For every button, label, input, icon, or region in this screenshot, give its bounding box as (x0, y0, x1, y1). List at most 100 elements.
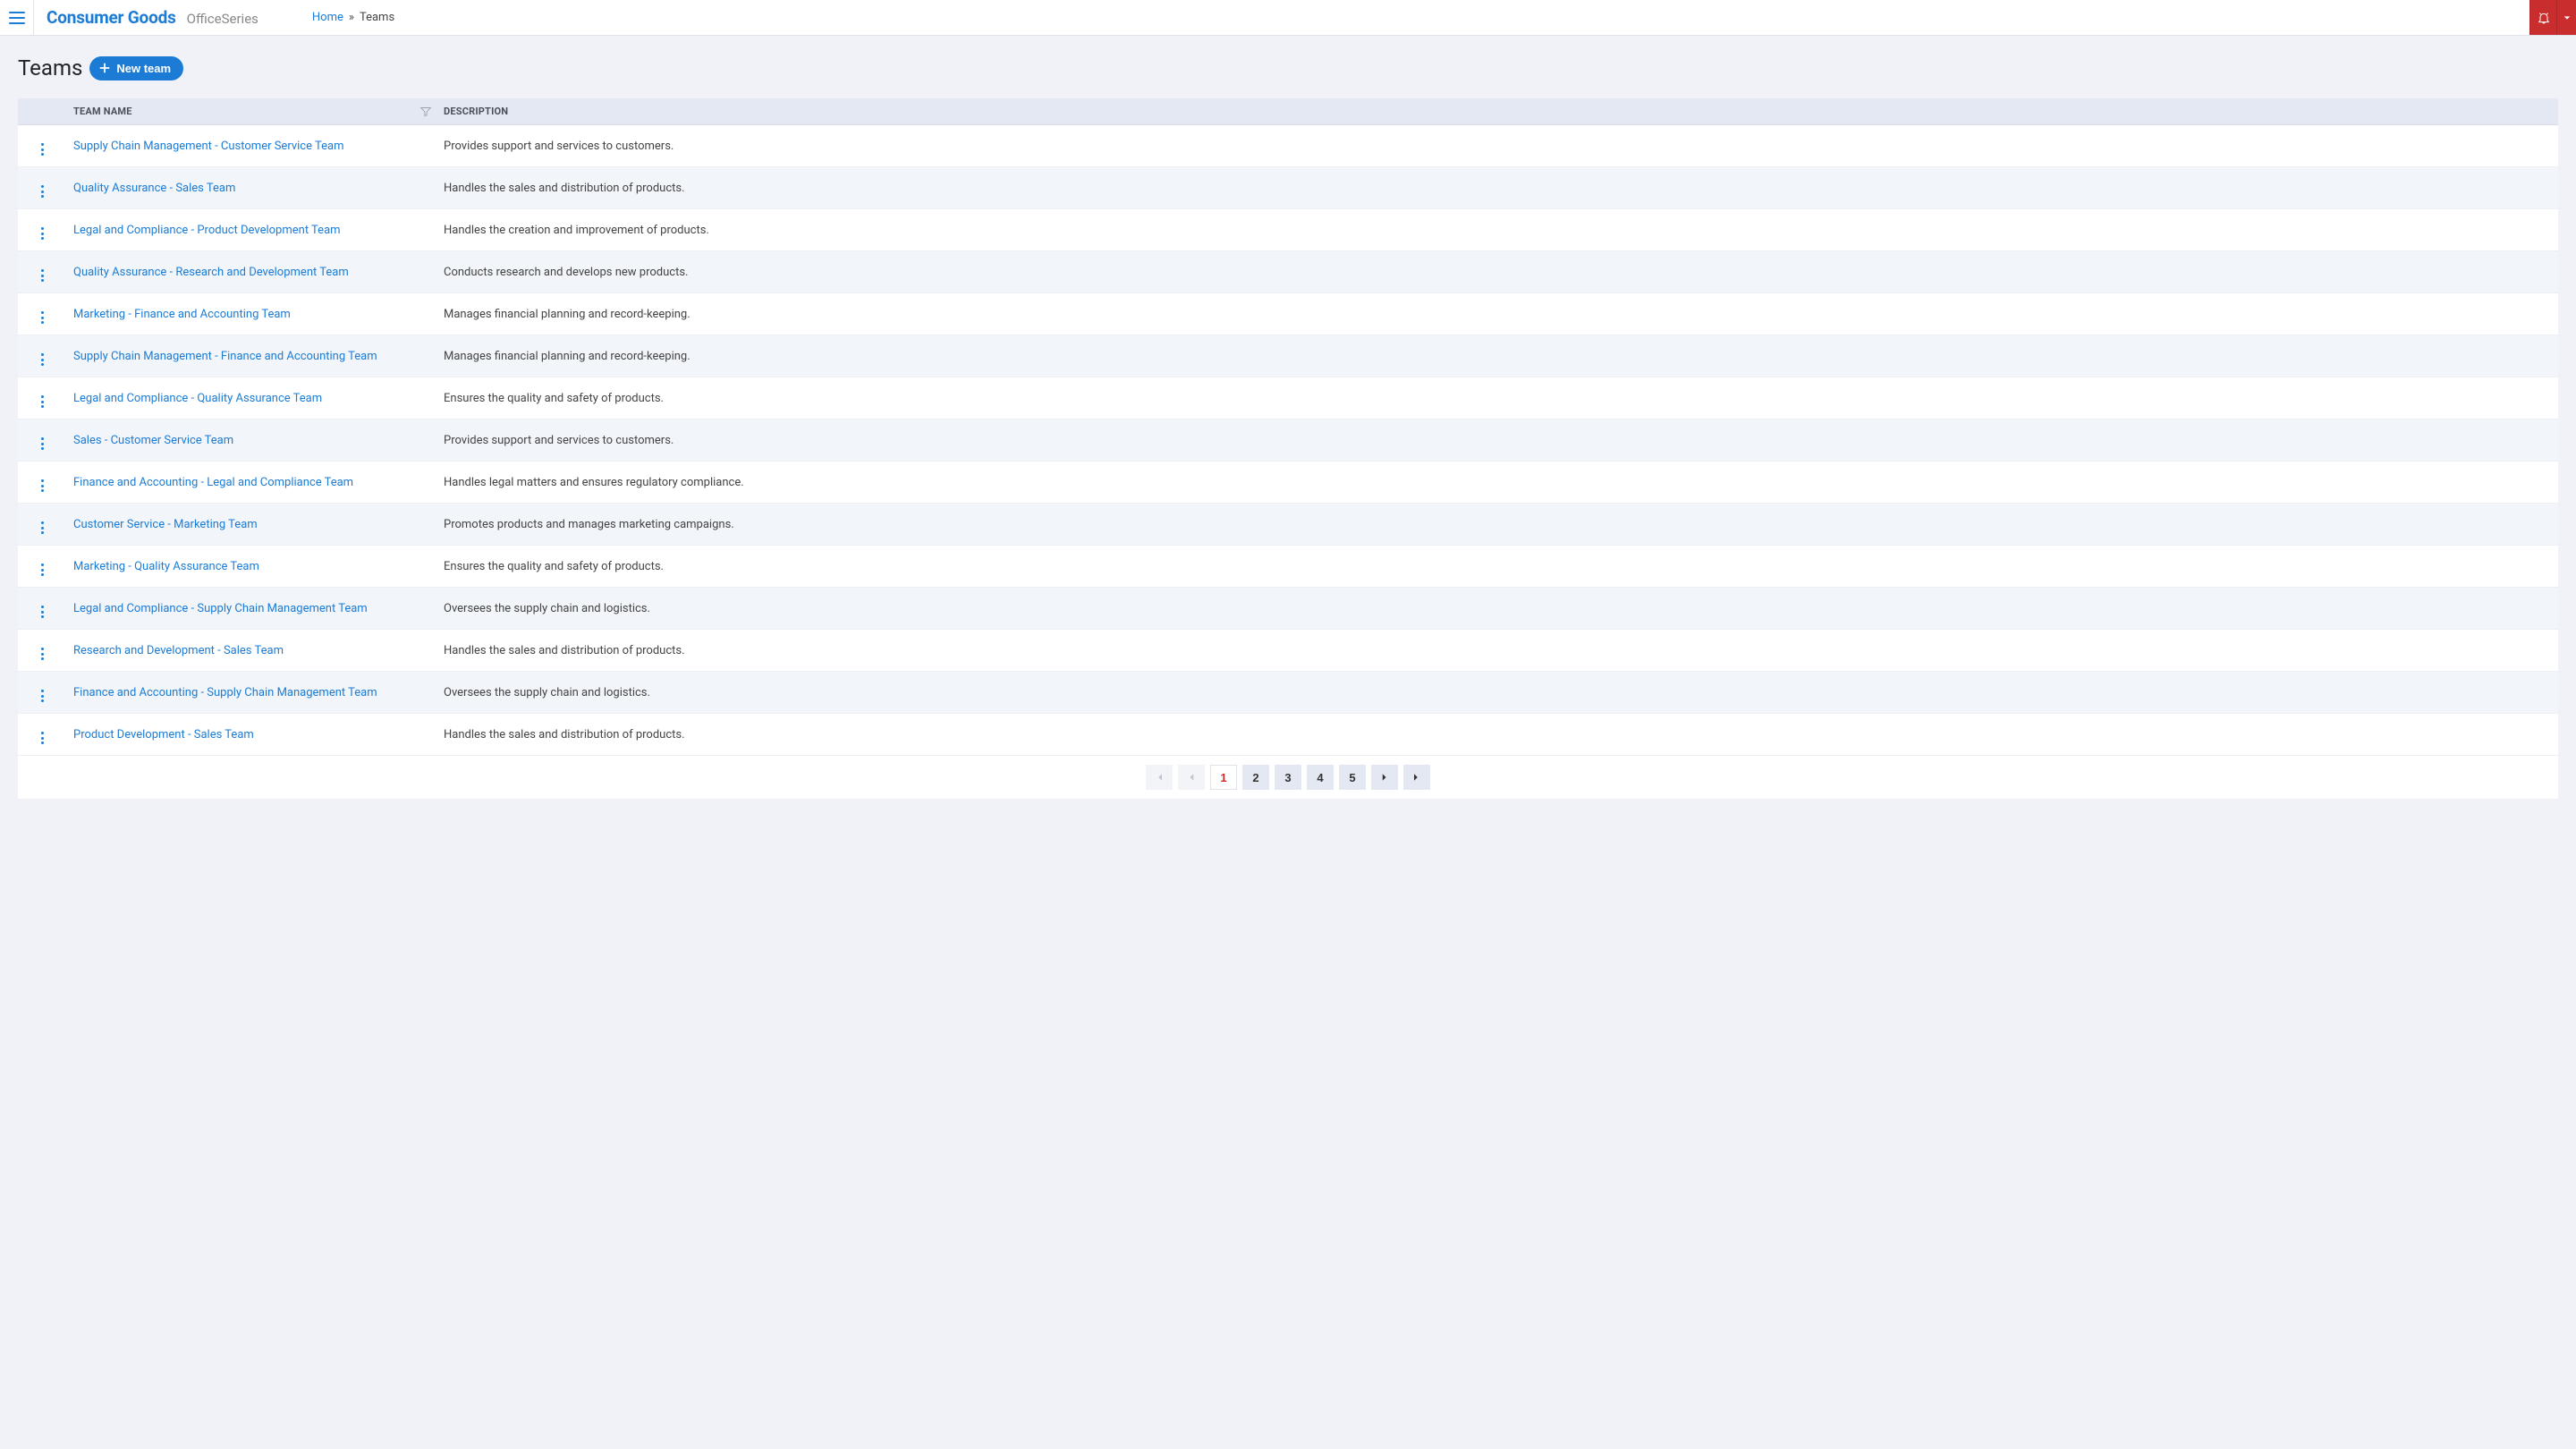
row-actions-menu[interactable] (41, 648, 45, 660)
app-header: Consumer Goods OfficeSeries Home » Teams (0, 0, 2576, 36)
table-row: Sales - Customer Service Team Provides su… (18, 419, 2558, 462)
team-link[interactable]: Legal and Compliance - Product Developme… (73, 224, 341, 237)
row-actions-cell (18, 125, 68, 167)
row-actions-cell (18, 546, 68, 588)
team-description-cell: Provides support and services to custome… (438, 419, 2558, 462)
row-actions-menu[interactable] (41, 269, 45, 282)
team-link[interactable]: Marketing - Quality Assurance Team (73, 560, 259, 573)
caret-down-icon (2563, 14, 2571, 21)
team-link[interactable]: Marketing - Finance and Accounting Team (73, 308, 291, 321)
row-actions-menu[interactable] (41, 143, 45, 156)
team-description-cell: Handles legal matters and ensures regula… (438, 462, 2558, 504)
team-link[interactable]: Legal and Compliance - Quality Assurance… (73, 392, 322, 405)
team-name-cell: Product Development - Sales Team (68, 714, 438, 756)
page-number-button[interactable]: 3 (1275, 765, 1301, 790)
team-description-cell: Manages financial planning and record-ke… (438, 335, 2558, 377)
row-actions-menu[interactable] (41, 732, 45, 744)
row-actions-menu[interactable] (41, 311, 45, 324)
user-menu-toggle[interactable] (2556, 0, 2576, 35)
breadcrumb-current: Teams (360, 11, 394, 24)
team-link[interactable]: Legal and Compliance - Supply Chain Mana… (73, 602, 368, 615)
page-number-button[interactable]: 1 (1210, 765, 1237, 790)
row-actions-menu[interactable] (41, 227, 45, 240)
row-actions-cell (18, 462, 68, 504)
table-row: Quality Assurance - Sales TeamHandles th… (18, 167, 2558, 209)
table-row: Research and Development - Sales TeamHan… (18, 630, 2558, 672)
row-actions-menu[interactable] (41, 564, 45, 576)
team-name-cell: Research and Development - Sales Team (68, 630, 438, 672)
page-number-button[interactable]: 2 (1242, 765, 1269, 790)
row-actions-menu[interactable] (41, 606, 45, 618)
team-name-cell: Marketing - Quality Assurance Team (68, 546, 438, 588)
chevron-left-icon (1186, 772, 1197, 783)
team-link[interactable]: Finance and Accounting - Legal and Compl… (73, 476, 353, 489)
notifications-button[interactable] (2529, 0, 2556, 35)
teams-table-container: Team Name Description Supply Chain Manag… (18, 98, 2558, 799)
page-first-button[interactable] (1146, 765, 1173, 790)
team-name-cell: Quality Assurance - Sales Team (68, 167, 438, 209)
table-row: Finance and Accounting - Legal and Compl… (18, 462, 2558, 504)
team-link[interactable]: Finance and Accounting - Supply Chain Ma… (73, 686, 377, 699)
page-number-button[interactable]: 5 (1339, 765, 1366, 790)
row-actions-cell (18, 335, 68, 377)
row-actions-menu[interactable] (41, 437, 45, 450)
row-actions-menu[interactable] (41, 395, 45, 408)
row-actions-cell (18, 419, 68, 462)
row-actions-menu[interactable] (41, 479, 45, 492)
row-actions-cell (18, 293, 68, 335)
row-actions-menu[interactable] (41, 690, 45, 702)
team-description-cell: Handles the creation and improvement of … (438, 209, 2558, 251)
team-link[interactable]: Quality Assurance - Research and Develop… (73, 266, 349, 279)
brand-primary: Consumer Goods (47, 7, 176, 28)
team-name-cell: Legal and Compliance - Product Developme… (68, 209, 438, 251)
row-actions-menu[interactable] (41, 353, 45, 366)
row-actions-menu[interactable] (41, 521, 45, 534)
row-actions-cell (18, 209, 68, 251)
header-right (2529, 0, 2576, 35)
page-last-button[interactable] (1403, 765, 1430, 790)
team-name-cell: Legal and Compliance - Quality Assurance… (68, 377, 438, 419)
menu-toggle-button[interactable] (0, 0, 34, 35)
team-link[interactable]: Research and Development - Sales Team (73, 644, 284, 657)
team-link[interactable]: Supply Chain Management - Customer Servi… (73, 140, 343, 153)
team-description-cell: Conducts research and develops new produ… (438, 251, 2558, 293)
new-team-button[interactable]: New team (89, 56, 183, 80)
hamburger-icon (9, 12, 25, 24)
table-row: Product Development - Sales TeamHandles … (18, 714, 2558, 756)
table-row: Legal and Compliance - Quality Assurance… (18, 377, 2558, 419)
team-name-cell: Finance and Accounting - Legal and Compl… (68, 462, 438, 504)
page-title: Teams (18, 55, 82, 80)
team-description-cell: Promotes products and manages marketing … (438, 504, 2558, 546)
teams-table: Team Name Description Supply Chain Manag… (18, 98, 2558, 756)
row-actions-cell (18, 672, 68, 714)
team-link[interactable]: Supply Chain Management - Finance and Ac… (73, 350, 377, 363)
table-row: Quality Assurance - Research and Develop… (18, 251, 2558, 293)
team-name-cell: Finance and Accounting - Supply Chain Ma… (68, 672, 438, 714)
team-description-cell: Ensures the quality and safety of produc… (438, 546, 2558, 588)
team-description-cell: Oversees the supply chain and logistics. (438, 672, 2558, 714)
table-row: Legal and Compliance - Supply Chain Mana… (18, 588, 2558, 630)
team-link[interactable]: Customer Service - Marketing Team (73, 518, 258, 531)
page-number-button[interactable]: 4 (1307, 765, 1334, 790)
row-actions-menu[interactable] (41, 185, 45, 198)
breadcrumb: Home » Teams (312, 11, 394, 24)
bell-icon (2537, 11, 2551, 25)
row-actions-cell (18, 630, 68, 672)
filter-icon[interactable] (420, 106, 431, 117)
team-name-cell: Customer Service - Marketing Team (68, 504, 438, 546)
team-name-cell: Legal and Compliance - Supply Chain Mana… (68, 588, 438, 630)
column-header-team-name[interactable]: Team Name (68, 98, 438, 125)
page-prev-button[interactable] (1178, 765, 1205, 790)
table-row: Finance and Accounting - Supply Chain Ma… (18, 672, 2558, 714)
chevron-right-icon (1379, 772, 1390, 783)
page-next-button[interactable] (1371, 765, 1398, 790)
breadcrumb-home-link[interactable]: Home (312, 11, 343, 24)
team-description-cell: Provides support and services to custome… (438, 125, 2558, 167)
team-link[interactable]: Product Development - Sales Team (73, 728, 254, 741)
table-row: Marketing - Finance and Accounting TeamM… (18, 293, 2558, 335)
column-header-description[interactable]: Description (438, 98, 2558, 125)
row-actions-cell (18, 588, 68, 630)
team-link[interactable]: Quality Assurance - Sales Team (73, 182, 235, 195)
team-link[interactable]: Sales - Customer Service Team (73, 434, 233, 447)
new-team-button-label: New team (116, 62, 171, 75)
